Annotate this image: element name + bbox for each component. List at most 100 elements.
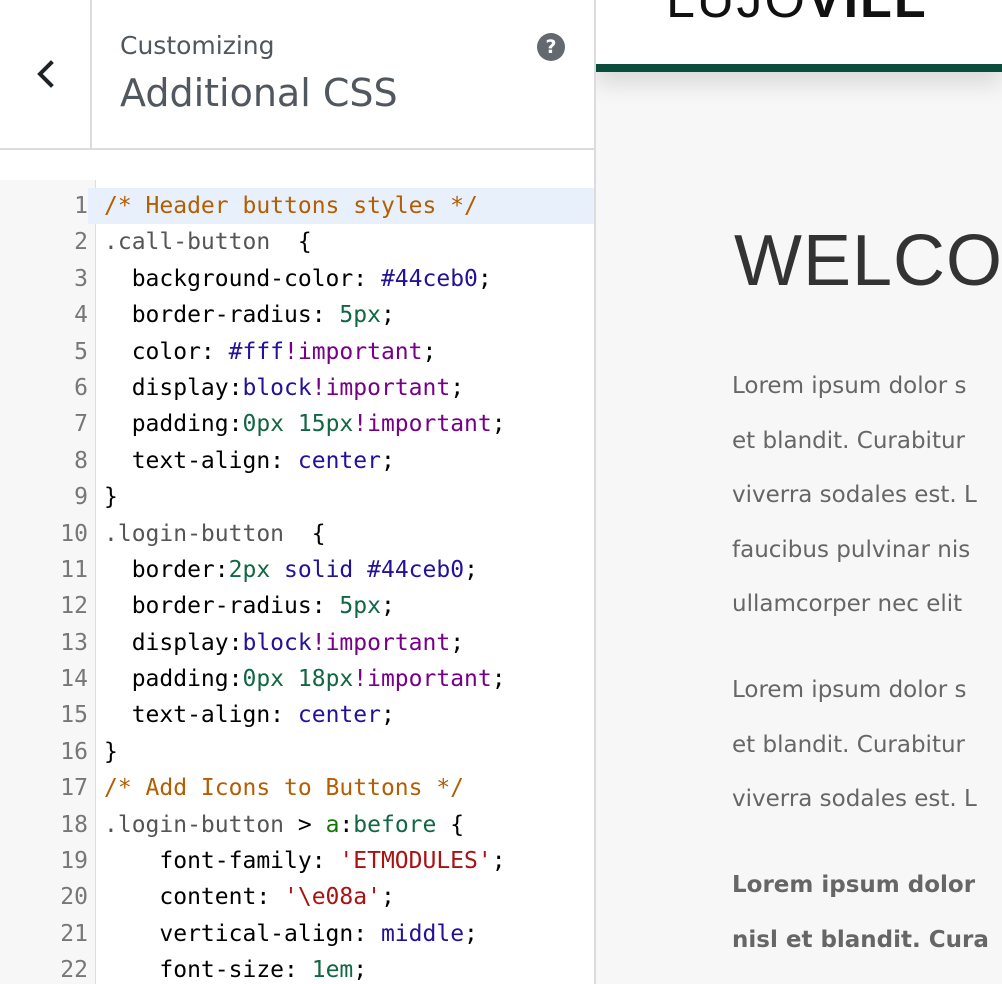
code-text: font-family: 'ETMODULES'; <box>104 843 505 879</box>
code-line[interactable]: 22 font-size: 1em; <box>0 952 594 984</box>
line-number: 15 <box>0 697 88 734</box>
code-token: /* Add Icons to Buttons */ <box>104 775 465 802</box>
code-token: !important <box>284 338 423 365</box>
line-number: 14 <box>0 661 88 698</box>
code-token: .login-button <box>104 520 285 547</box>
paragraph-line: ullamcorper nec elit <box>732 591 963 617</box>
code-token: ; <box>464 556 478 583</box>
code-line[interactable]: 6 display:block!important; <box>0 369 594 407</box>
code-token: text-align: <box>104 702 298 729</box>
code-text: /* Header buttons styles */ <box>104 188 478 224</box>
code-token: /* Header buttons styles */ <box>104 193 478 219</box>
code-token: ; <box>450 629 465 656</box>
code-token: #44ceb0 <box>380 265 478 292</box>
code-line[interactable]: 15 text-align: center; <box>0 697 594 734</box>
code-token: ; <box>353 957 368 984</box>
paragraph-line: Lorem ipsum dolor s <box>732 677 967 703</box>
code-token: ; <box>450 374 465 401</box>
code-text: font-size: 1em; <box>104 952 367 984</box>
code-line[interactable]: 21 vertical-align: middle; <box>0 915 594 953</box>
line-number: 16 <box>0 733 88 771</box>
code-token: color: <box>104 338 229 365</box>
panel-title-group: Customizing Additional CSS <box>120 30 398 118</box>
code-text: content: '\e08a'; <box>104 879 395 915</box>
panel-title: Additional CSS <box>120 71 398 115</box>
paragraph-line: viverra sodales est. L <box>732 482 977 508</box>
code-token: 0px 18px <box>242 666 354 693</box>
code-token: ; <box>491 666 506 693</box>
code-token: ; <box>380 447 395 474</box>
line-number: 12 <box>0 588 88 625</box>
code-text: border-radius: 5px; <box>104 588 395 624</box>
code-token: 1em <box>311 957 354 984</box>
code-token: solid <box>284 556 354 583</box>
code-text: } <box>104 734 118 770</box>
code-line[interactable]: 14 padding:0px 18px!important; <box>0 661 594 698</box>
code-token: 5px <box>339 302 381 329</box>
code-line[interactable]: 18 .login-button > a:before { <box>0 806 594 844</box>
line-number: 20 <box>0 879 88 916</box>
code-line[interactable]: 4 border-radius: 5px; <box>0 297 594 334</box>
code-text: padding:0px 18px!important; <box>104 661 506 697</box>
code-token: !important <box>311 374 451 401</box>
code-text: color: #fff!important; <box>104 334 437 370</box>
code-token: ; <box>464 920 478 947</box>
code-line[interactable]: 9} <box>0 479 594 516</box>
code-line[interactable]: 13 display:block!important; <box>0 624 594 662</box>
line-number: 4 <box>0 297 88 334</box>
code-line[interactable]: 12 border-radius: 5px; <box>0 588 594 625</box>
paragraph-line: Lorem ipsum dolor <box>732 872 976 898</box>
code-line[interactable]: 17 /* Add Icons to Buttons */ <box>0 770 594 807</box>
paragraph-line: faucibus pulvinar nis <box>732 536 971 563</box>
code-text: /* Add Icons to Buttons */ <box>104 770 464 806</box>
code-token: { <box>436 811 465 838</box>
code-text: display:block!important; <box>104 625 464 661</box>
panel-header: Customizing Additional CSS ? <box>0 0 594 150</box>
code-text: } <box>104 479 118 515</box>
code-token: > <box>284 811 326 838</box>
line-number: 18 <box>0 806 88 844</box>
code-line[interactable]: 20 content: '\e08a'; <box>0 879 594 916</box>
code-token: { <box>284 520 326 547</box>
code-line[interactable]: 5 color: #fff!important; <box>0 333 594 370</box>
code-token: font-family: <box>104 848 340 875</box>
line-number: 13 <box>0 624 88 662</box>
code-token: border: <box>104 556 229 583</box>
code-line[interactable]: 3 background-color: #44ceb0; <box>0 260 594 298</box>
code-line[interactable]: 2 .call-button { <box>0 224 594 261</box>
code-token: 0px 15px <box>242 411 354 438</box>
line-number: 19 <box>0 843 88 880</box>
code-token: border-radius: <box>104 593 340 620</box>
line-number: 8 <box>0 442 88 480</box>
panel-subtitle: Customizing <box>120 31 275 60</box>
help-icon[interactable]: ? <box>537 33 565 61</box>
back-button[interactable] <box>0 0 92 148</box>
code-token: middle <box>380 920 465 947</box>
code-line[interactable]: 10 .login-button { <box>0 515 594 552</box>
code-line[interactable]: 8 text-align: center; <box>0 442 594 480</box>
site-header: LUJOVILL <box>596 0 1002 72</box>
code-token: ; <box>380 884 395 911</box>
code-text: text-align: center; <box>104 697 395 733</box>
code-line[interactable]: 11 border:2px solid #44ceb0; <box>0 551 594 589</box>
code-text: vertical-align: middle; <box>104 916 478 952</box>
code-token: block <box>242 629 312 656</box>
code-lines: 1 /* Header buttons styles */ 2 .call-butto… <box>0 188 594 984</box>
code-token: before <box>353 811 437 838</box>
code-line[interactable]: 19 font-family: 'ETMODULES'; <box>0 843 594 880</box>
line-number: 17 <box>0 770 88 807</box>
code-line[interactable]: 1 /* Header buttons styles */ <box>0 188 594 225</box>
chevron-left-icon <box>37 60 54 88</box>
css-code-editor[interactable]: 1 /* Header buttons styles */ 2 .call-butto… <box>0 180 594 984</box>
site-logo[interactable]: LUJOVILL <box>666 0 928 30</box>
code-token: .call-button <box>104 229 271 256</box>
line-number: 10 <box>0 515 88 552</box>
code-line[interactable]: 16} <box>0 733 594 771</box>
code-token: block <box>242 374 312 401</box>
paragraph-line: et blandit. Curabitur <box>732 731 965 758</box>
code-token: #fff <box>228 338 285 365</box>
welcome-heading: WELCO <box>734 221 1002 301</box>
line-number: 3 <box>0 260 88 298</box>
code-line[interactable]: 7 padding:0px 15px!important; <box>0 406 594 443</box>
